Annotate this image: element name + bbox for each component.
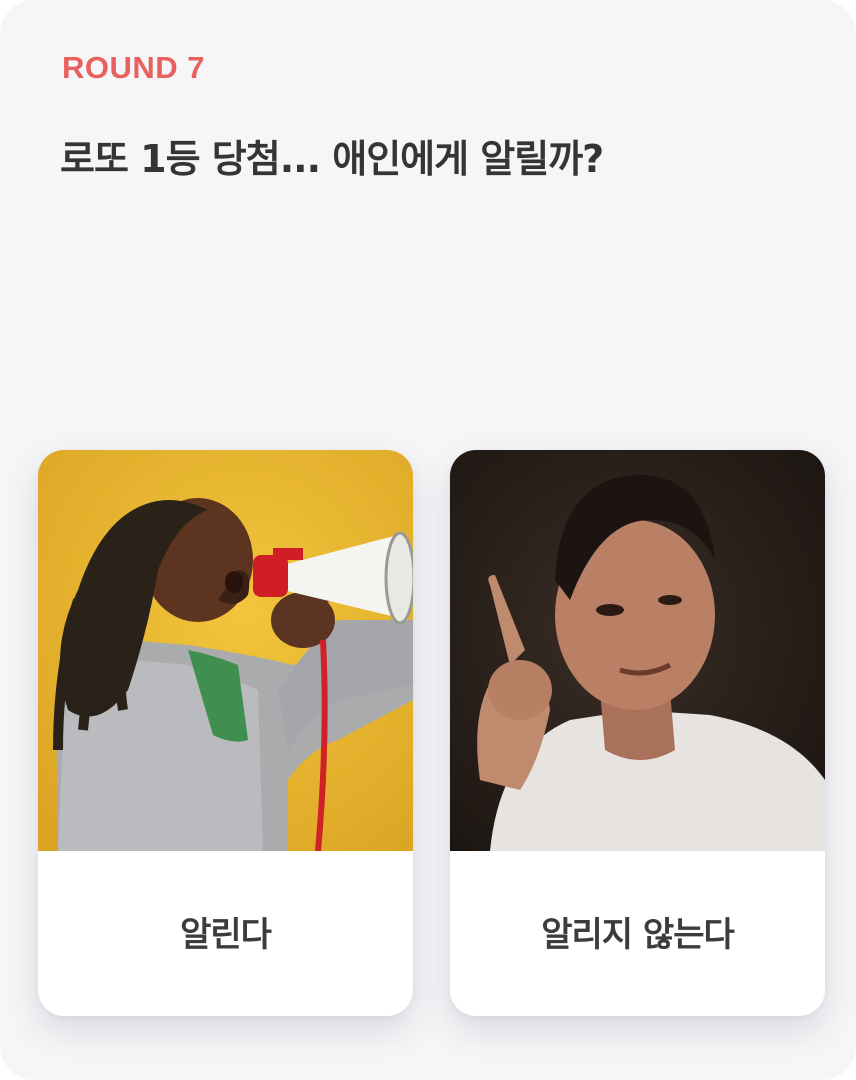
option-label-dont-tell: 알리지 않는다 bbox=[541, 915, 735, 955]
option-card-dont-tell[interactable]: 알리지 않는다 bbox=[450, 450, 825, 1016]
round-label: ROUND 7 bbox=[62, 50, 206, 85]
game-panel: ROUND 7 로또 1등 당첨... 애인에게 알릴까? 알린다 알리지 않는… bbox=[0, 0, 856, 1080]
option-card-tell[interactable]: 알린다 bbox=[38, 450, 413, 1016]
option-label-tell: 알린다 bbox=[180, 915, 272, 955]
option-photo-megaphone bbox=[38, 450, 413, 851]
option-photo-finger-wag bbox=[450, 450, 825, 851]
question-title: 로또 1등 당첨... 애인에게 알릴까? bbox=[60, 137, 604, 181]
